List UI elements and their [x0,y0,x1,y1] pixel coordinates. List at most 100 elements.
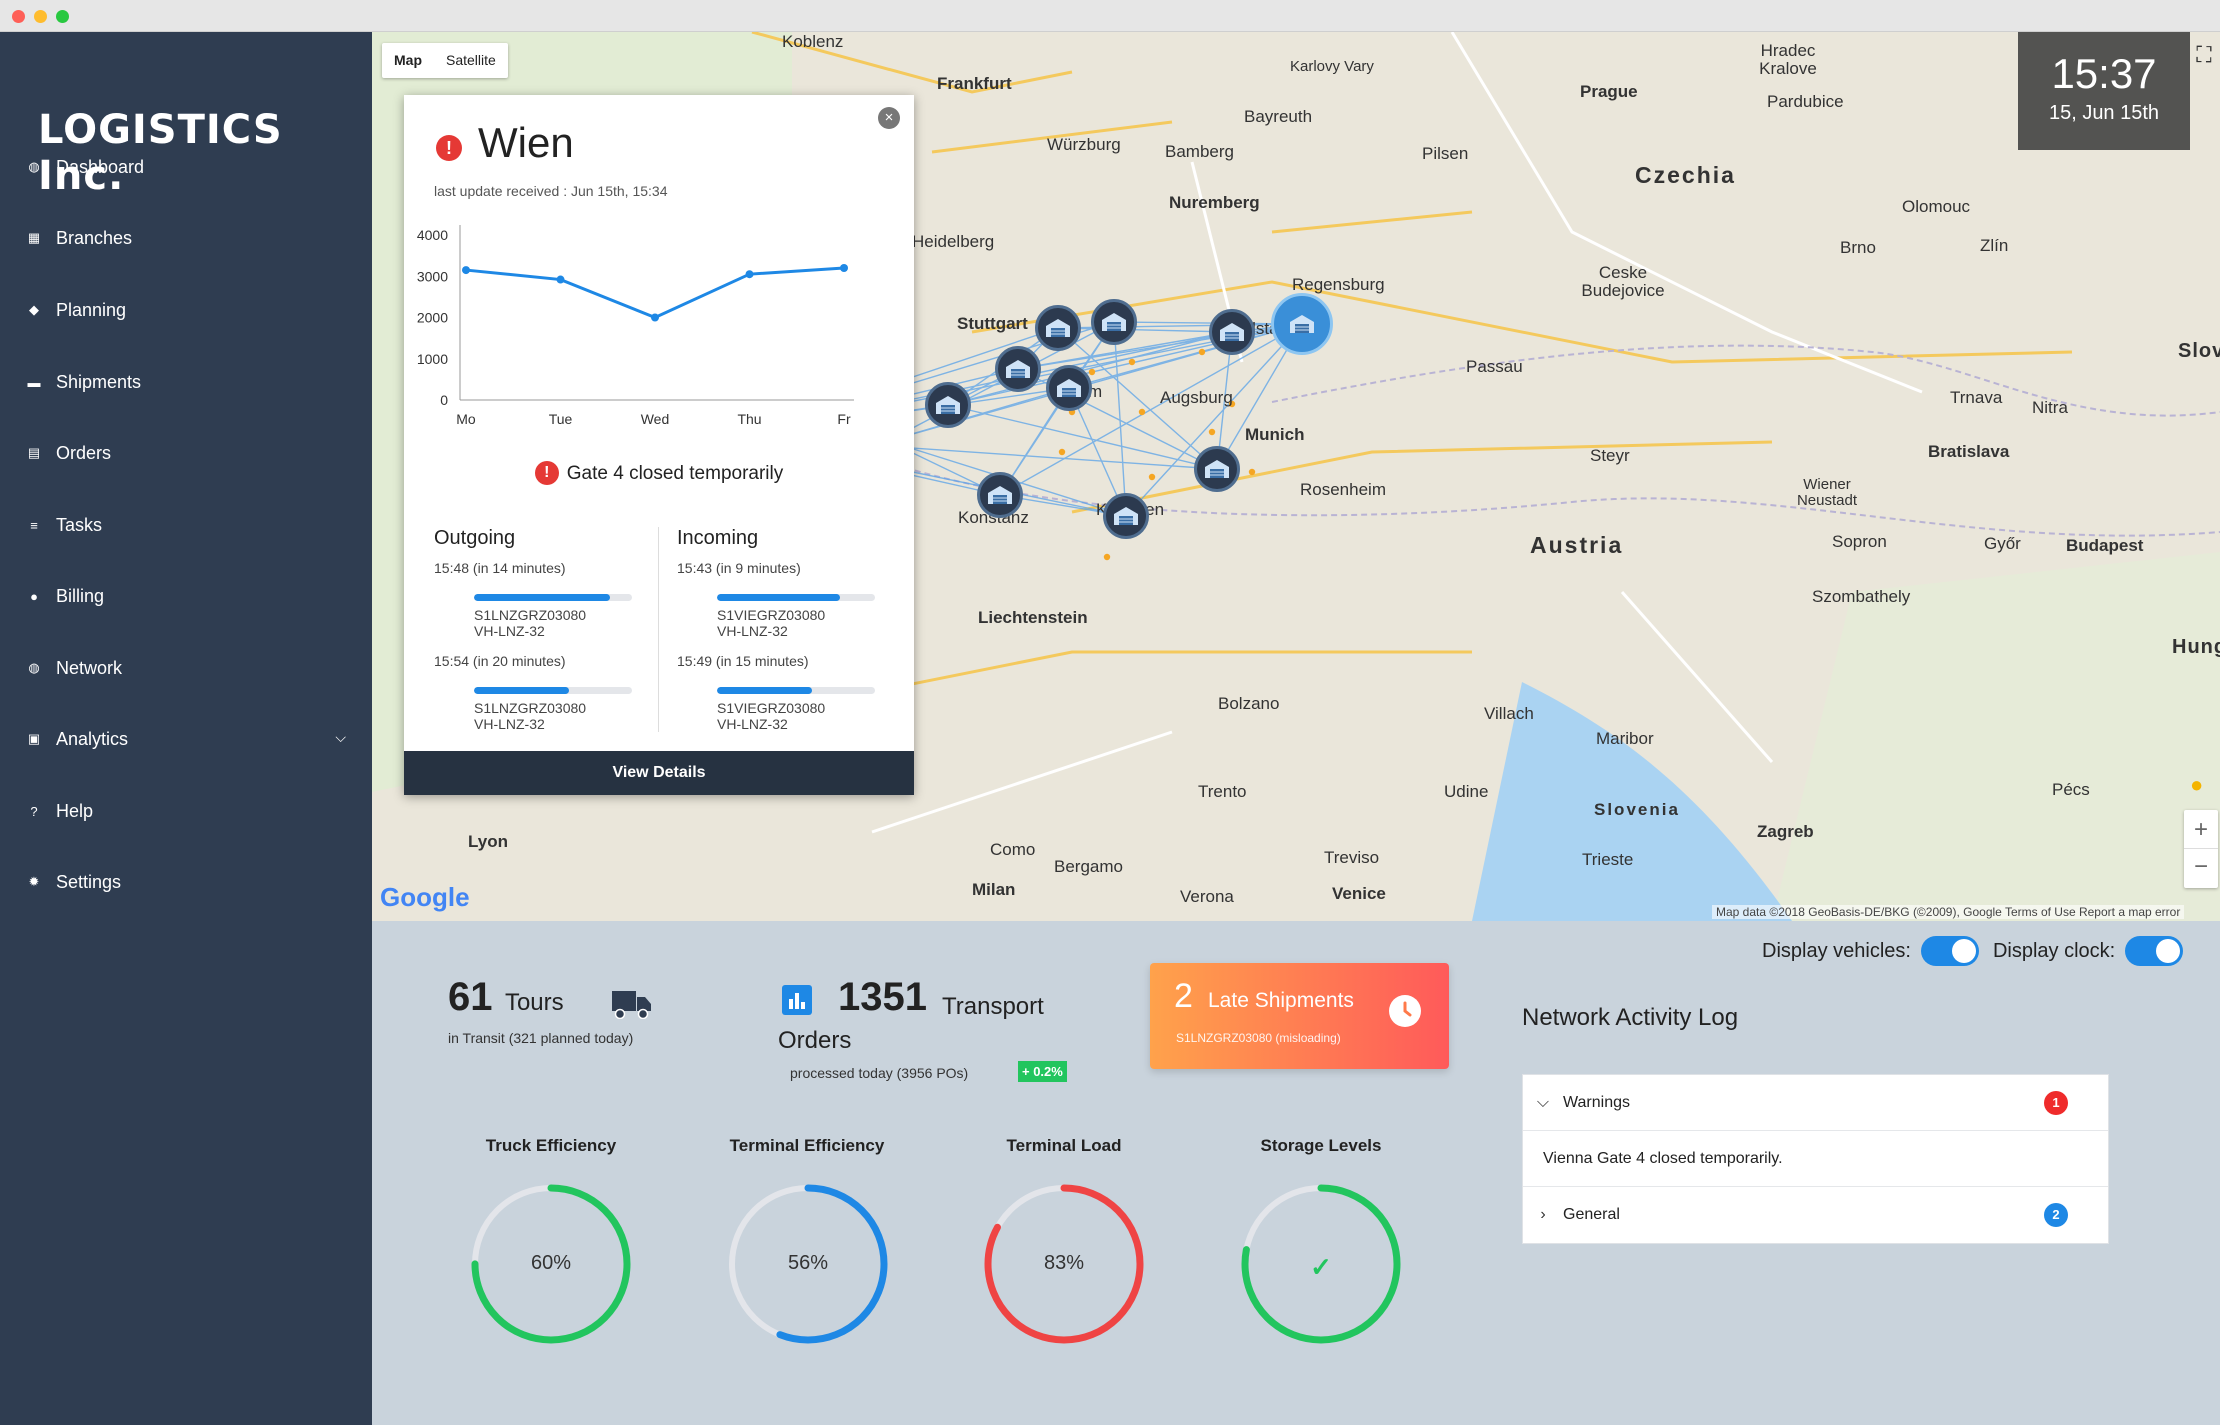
sidebar-item-label: Analytics [56,728,129,749]
shipment-id[interactable]: S1LNZGRZ03080 [474,700,664,716]
warnings-row[interactable]: ⌵ Warnings 1 [1523,1075,2108,1131]
vehicle-dot [1138,408,1146,416]
hub-marker[interactable] [925,382,971,428]
tours-subtext: in Transit (321 planned today) [448,1030,634,1046]
map-label-pardubice: Pardubice [1767,92,1844,111]
sidebar: LOGISTICS Inc. ◍ Dashboard ▦ Branches ◆ Pla… [0,32,372,1425]
list-check-icon: ≡ [30,517,38,533]
shipment-id[interactable]: S1VIEGRZ03080 [717,700,907,716]
warnings-label: Warnings [1563,1093,1630,1111]
map-attribution[interactable]: Map data ©2018 GeoBasis-DE/BKG (©2009), … [1712,905,2185,919]
gate-warning-text: Gate 4 closed temporarily [566,463,784,484]
view-details-button[interactable]: View Details [404,751,914,795]
sidebar-item-shipments[interactable]: ▬ Shipments [0,352,372,412]
last-update-text: last update received : Jun 15th, 15:34 [434,183,668,199]
sidebar-item-help[interactable]: ? Help [0,781,372,841]
map-label-milan: Milan [972,880,1016,899]
vehicle-dot [1248,468,1256,476]
alert-icon: ! [436,135,462,161]
sidebar-item-tasks[interactable]: ≡ Tasks [0,495,372,555]
shipment-id[interactable]: S1LNZGRZ03080 [474,607,664,623]
map-label-nuremberg: Nuremberg [1169,193,1260,212]
data-point [462,266,470,275]
hub-marker[interactable] [1194,446,1240,492]
map-label-zlin: Zlín [1980,236,2009,255]
sidebar-item-settings[interactable]: ✹ Settings [0,852,372,912]
sidebar-item-label: Help [56,800,94,821]
hub-marker[interactable] [977,472,1023,518]
map-label-venice: Venice [1332,884,1386,903]
close-icon[interactable]: × [878,107,900,129]
late-shipments-card[interactable]: 2 Late Shipments S1LNZGRZ03080 (misloadi… [1150,963,1449,1069]
vehicle-dot [1208,428,1216,436]
hub-marker[interactable] [1091,299,1137,345]
general-count-badge: 2 [2044,1203,2068,1227]
warehouse-icon [1290,315,1314,333]
hub-marker[interactable] [995,346,1041,392]
incoming-progress-fill [717,687,812,694]
sidebar-item-branches[interactable]: ▦ Branches [0,208,372,268]
minimize-window-button[interactable] [34,10,47,23]
truck-efficiency-title: Truck Efficiency [485,1136,617,1155]
map-label-regensburg: Regensburg [1292,275,1385,294]
terminal-load-gauge: 83% [980,1180,1148,1348]
map-label-zagreb: Zagreb [1757,822,1814,841]
chevron-right-icon: › [1540,1206,1546,1223]
hub-marker[interactable] [1209,309,1255,355]
hub-marker[interactable] [1035,305,1081,351]
orders-label-2: Orders [778,1027,852,1054]
general-row[interactable]: › General 2 [1523,1187,2108,1243]
map-type-map-button[interactable]: Map [382,43,434,78]
terminal-load-title: Terminal Load [1006,1136,1122,1155]
sidebar-item-planning[interactable]: ◆ Planning [0,280,372,340]
display-clock-label: Display clock: [1992,939,2116,962]
x-tick-label: Wed [641,411,670,427]
zoom-in-button[interactable]: + [2184,810,2218,849]
diamond-icon: ◆ [29,302,39,317]
gate-warning: ! Gate 4 closed temporarily [404,461,914,485]
map-label-rosenheim: Rosenheim [1300,480,1386,499]
activity-log: ⌵ Warnings 1 Vienna Gate 4 closed tempor… [1522,1074,2109,1244]
sidebar-item-network[interactable]: ◍ Network [0,638,372,698]
map-type-satellite-button[interactable]: Satellite [434,43,508,78]
log-entry: Vienna Gate 4 closed temporarily. [1523,1131,2108,1187]
vehicle-dot [1103,553,1111,561]
orders-count: 1351 [838,975,927,1019]
hub-marker[interactable] [1046,365,1092,411]
display-vehicles-toggle[interactable] [1920,936,1979,966]
truck-icon: ▬ [27,374,41,390]
warehouse-icon [1102,313,1126,331]
map-label-augsburg: Augsburg [1160,388,1233,407]
map-label-pecs: Pécs [2052,780,2090,799]
zoom-out-button[interactable]: − [2184,849,2218,888]
map-label-trnava: Trnava [1950,388,2003,407]
sidebar-item-dashboard[interactable]: ◍ Dashboard [0,137,372,197]
warehouse-icon [936,396,960,414]
sidebar-item-billing[interactable]: ● Billing [0,566,372,626]
y-tick-label: 0 [440,392,448,408]
sidebar-item-orders[interactable]: ▤ Orders [0,423,372,483]
display-clock-toggle[interactable] [2125,936,2184,966]
truck-efficiency-gauge: 60% [467,1180,635,1348]
pegman-icon[interactable]: ● [2190,772,2203,798]
fullscreen-icon[interactable]: ⛶ [2190,42,2218,70]
sidebar-item-label: Branches [56,227,133,248]
map-label-hung: Hung [2172,636,2220,658]
vehicle-id: VH-LNZ-32 [474,623,545,639]
y-tick-label: 1000 [417,351,448,367]
help-icon: ? [30,803,38,819]
map-label-wurzburg: Würzburg [1047,135,1121,154]
incoming-time: 15:43 (in 9 minutes) [677,560,801,576]
maximize-window-button[interactable] [56,10,69,23]
close-window-button[interactable] [12,10,25,23]
warehouse-icon [1006,360,1030,378]
shipment-id[interactable]: S1VIEGRZ03080 [717,607,907,623]
warehouse-icon [1114,507,1138,525]
hub-marker[interactable] [1103,493,1149,539]
sidebar-item-analytics[interactable]: ▣ Analytics ⌵ [0,709,372,769]
map-label-como: Como [990,840,1036,859]
map-label-bratislava: Bratislava [1928,442,2010,461]
clock-icon [1389,995,1421,1027]
chevron-down-icon: ⌵ [1536,1093,1550,1111]
hub-marker-wien[interactable] [1271,293,1333,355]
